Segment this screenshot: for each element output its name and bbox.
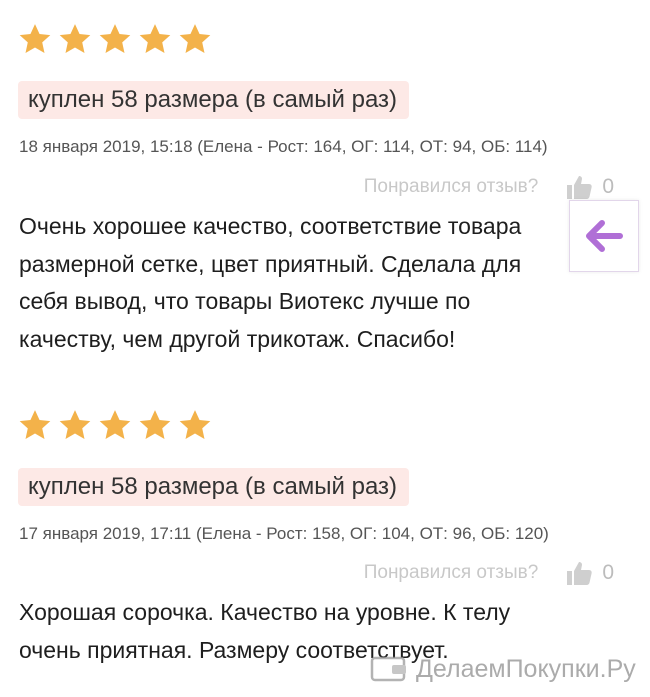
helpful-question: Понравился отзыв?: [363, 176, 539, 197]
arrow-left-icon: [586, 220, 623, 252]
back-button[interactable]: [569, 200, 639, 272]
thumbs-up-icon[interactable]: [566, 174, 594, 200]
star-icon: [99, 24, 131, 54]
star-icon: [59, 410, 91, 440]
review-text-line: Очень хорошее качество, соответствие тов…: [19, 213, 522, 239]
wallet-icon: [370, 656, 406, 682]
watermark: ДелаемПокупки.Ру: [370, 652, 636, 686]
star-icon: [59, 24, 91, 54]
review-card: куплен 58 размера (в самый раз) 17 январ…: [0, 386, 650, 697]
review-text: Очень хорошее качество, соответствие тов…: [19, 208, 579, 358]
star-icon: [139, 24, 171, 54]
helpful-row: Понравился отзыв? 0: [364, 174, 614, 200]
like-count: 0: [602, 561, 614, 584]
size-badge: куплен 58 размера (в самый раз): [18, 81, 410, 119]
helpful-question: Понравился отзыв?: [363, 562, 539, 583]
review-text-line: качеству, чем другой трикотаж. Спасибо!: [19, 325, 456, 352]
review-meta: 18 января 2019, 15:18 (Елена - Рост: 164…: [19, 137, 548, 156]
size-badge: куплен 58 размера (в самый раз): [18, 468, 410, 506]
star-icon: [19, 410, 51, 440]
rating-stars: [18, 22, 212, 56]
star-icon: [99, 410, 131, 440]
review-text-line: размерной сетке, цвет приятный. Сделала …: [19, 250, 522, 277]
review-card: куплен 58 размера (в самый раз) 18 январ…: [0, 0, 650, 380]
star-icon: [179, 410, 211, 440]
watermark-text: ДелаемПокупки.Ру: [416, 654, 636, 683]
thumbs-up-icon[interactable]: [566, 560, 594, 586]
review-text-line: Хорошая сорочка. Качество на уровне. К т…: [19, 599, 511, 625]
review-text-line: себя вывод, что товары Виотекс лучше по: [19, 288, 471, 314]
helpful-row: Понравился отзыв? 0: [364, 560, 614, 586]
rating-stars: [18, 408, 212, 442]
star-icon: [19, 24, 51, 54]
star-icon: [139, 410, 171, 440]
like-count: 0: [602, 175, 614, 198]
review-meta: 17 января 2019, 17:11 (Елена - Рост: 158…: [19, 524, 549, 543]
star-icon: [179, 24, 211, 54]
